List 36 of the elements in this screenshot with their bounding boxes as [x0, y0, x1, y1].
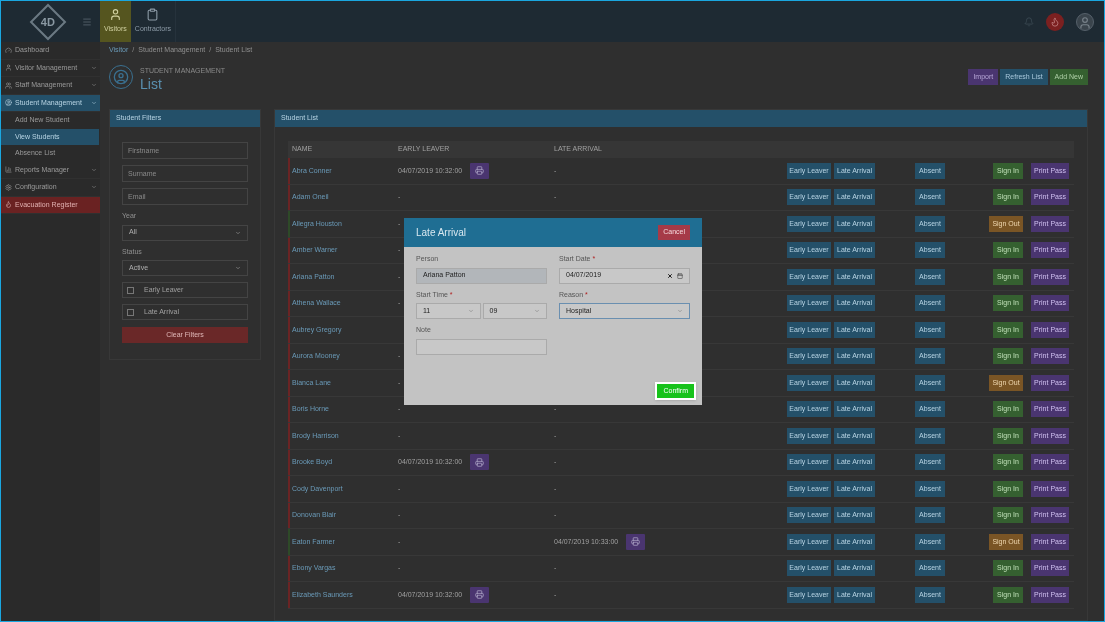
chevron-icon: [91, 99, 97, 106]
chevron-icon: [91, 184, 97, 191]
printer-icon: [631, 537, 641, 547]
bar-chart-icon: [5, 166, 12, 174]
chevron-icon: [91, 64, 97, 71]
logo[interactable]: 4D: [29, 3, 67, 40]
person-icon: [108, 8, 122, 22]
chevron-icon: [235, 265, 241, 271]
chevron-icon: [91, 166, 97, 173]
clear-icon[interactable]: [667, 272, 673, 279]
chevron-icon: [534, 308, 540, 314]
chevron-icon: [91, 82, 97, 89]
note-field[interactable]: [416, 338, 547, 355]
modal-title: Late Arrival: [416, 226, 467, 240]
calendar-icon[interactable]: [677, 272, 683, 279]
gauge-icon: [5, 46, 12, 54]
flame-icon: [5, 201, 12, 209]
fire-alert-icon[interactable]: [1046, 12, 1064, 31]
avatar-icon[interactable]: [1076, 12, 1094, 31]
person-circle-icon: [5, 99, 12, 107]
chevron-icon: [467, 308, 474, 314]
person-icon: [5, 64, 12, 72]
checkbox[interactable]: [127, 308, 134, 316]
print-button[interactable]: [470, 454, 490, 471]
page-title: List: [140, 76, 163, 91]
clipboard-icon: [146, 8, 160, 22]
print-button[interactable]: [470, 162, 490, 179]
chevron-icon: [235, 229, 241, 236]
chevron-icon: [677, 308, 683, 314]
printer-icon: [475, 590, 485, 600]
checkbox[interactable]: [127, 286, 134, 294]
print-button[interactable]: [626, 533, 646, 550]
printer-icon: [475, 166, 485, 176]
printer-icon: [475, 457, 485, 467]
print-button[interactable]: [470, 586, 490, 603]
people-icon: [5, 81, 12, 89]
